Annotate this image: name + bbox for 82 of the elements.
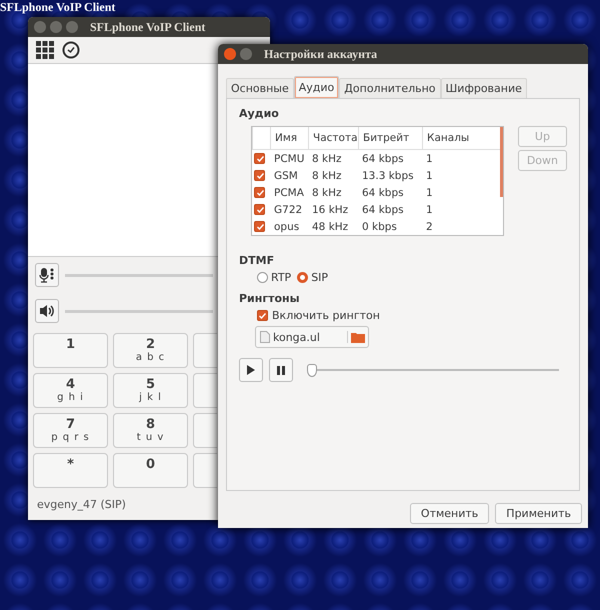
clock-icon[interactable] <box>62 41 80 59</box>
pause-button[interactable] <box>269 358 293 382</box>
checkbox[interactable] <box>254 187 265 198</box>
microphone-icon <box>39 267 55 283</box>
dialpad-key[interactable]: 8 t u v <box>113 413 188 448</box>
close-button[interactable] <box>34 21 46 33</box>
dialpad-key[interactable] <box>193 453 217 488</box>
dialog-title: Настройки аккаунта <box>264 46 378 62</box>
window-title: SFLphone VoIP Client <box>90 20 206 34</box>
checkbox[interactable] <box>254 221 265 232</box>
section-heading: Аудио <box>239 107 280 120</box>
radio-label[interactable]: RTP <box>271 271 292 284</box>
microphone-volume-track[interactable] <box>65 274 213 276</box>
file-chooser-button[interactable]: konga.ul <box>255 326 369 348</box>
dialpad-icon[interactable] <box>36 41 54 59</box>
tab[interactable]: Дополнительно <box>339 78 441 98</box>
table-cell-text: 2 <box>425 220 434 232</box>
play-button[interactable] <box>239 358 263 382</box>
table-cell-text: 0 kbps <box>361 220 398 232</box>
table-cell-text: 16 kHz <box>311 204 350 216</box>
dialpad-key[interactable] <box>193 333 217 368</box>
table-cell-text: PCMA <box>273 186 305 198</box>
checkbox[interactable] <box>257 310 268 321</box>
table-cell-text: 8 kHz <box>311 152 343 164</box>
table-cell-text: 1 <box>425 204 434 216</box>
table-cell-text: GSM <box>273 170 299 182</box>
dialpad-key[interactable]: 2 a b c <box>113 333 188 368</box>
close-button[interactable] <box>224 48 236 60</box>
checkbox[interactable] <box>254 170 265 181</box>
table-cell-text: 8 kHz <box>311 170 343 182</box>
dialpad-key[interactable]: 0 <box>113 453 188 488</box>
scrollbar[interactable] <box>500 127 503 197</box>
maximize-button[interactable] <box>66 21 78 33</box>
radio-button[interactable] <box>257 272 268 284</box>
file-name: konga.ul <box>272 330 321 344</box>
dialpad-key[interactable]: 5 j k l <box>113 373 188 408</box>
table-cell-text: 48 kHz <box>311 220 350 232</box>
maximize-button[interactable] <box>240 48 252 60</box>
checkbox-label[interactable]: Включить рингтон <box>272 309 380 322</box>
dialpad-key[interactable] <box>193 413 217 448</box>
speaker-volume-track[interactable] <box>65 310 213 312</box>
column-header[interactable]: Имя <box>270 127 308 149</box>
table-cell-text: PCMU <box>273 152 306 164</box>
table-cell-text: 13.3 kbps <box>361 170 415 182</box>
table-cell-text: 1 <box>425 170 434 182</box>
dialpad-key[interactable]: 7 p q r s <box>33 413 108 448</box>
table-cell-text: G722 <box>273 204 304 216</box>
column-header[interactable]: Битрейт <box>358 127 422 149</box>
folder-icon <box>347 331 365 343</box>
tab[interactable]: Шифрование <box>440 78 527 98</box>
table-cell-text: 1 <box>425 186 434 198</box>
checkbox[interactable] <box>254 153 265 164</box>
cancel-button[interactable]: Отменить <box>410 503 490 524</box>
file-icon <box>260 331 270 343</box>
tab[interactable]: Аудио <box>294 76 340 98</box>
checkbox[interactable] <box>254 204 265 215</box>
account-status: evgeny_47 (SIP) <box>36 497 127 513</box>
section-heading: Рингтоны <box>239 292 301 305</box>
table-cell-text: opus <box>273 220 300 232</box>
speaker-icon <box>39 303 55 319</box>
table-cell-text: 64 kbps <box>361 204 405 216</box>
microphone-button[interactable] <box>35 263 59 287</box>
apply-button[interactable]: Применить <box>495 503 582 524</box>
dialpad-key[interactable]: 4 g h i <box>33 373 108 408</box>
minimize-button[interactable] <box>50 21 62 33</box>
desktop-window-title: SFLphone VoIP Client <box>0 0 116 15</box>
table-cell-text: 8 kHz <box>311 186 343 198</box>
table-cell-text: 1 <box>425 152 434 164</box>
dialpad-key[interactable]: * <box>33 453 108 488</box>
pause-icon <box>277 366 285 374</box>
dialpad-key[interactable] <box>193 373 217 408</box>
table-cell-text: 64 kbps <box>361 186 405 198</box>
table-cell-text: 64 kbps <box>361 152 405 164</box>
section-heading: DTMF <box>239 254 276 267</box>
tab[interactable]: Основные <box>226 78 294 98</box>
radio-button[interactable] <box>297 272 308 284</box>
dialpad-key[interactable]: 1 <box>33 333 108 368</box>
play-icon <box>246 365 256 375</box>
slider-thumb[interactable] <box>307 364 317 376</box>
column-header[interactable]: Частота <box>308 127 358 149</box>
radio-label[interactable]: SIP <box>311 271 328 284</box>
speaker-button[interactable] <box>35 299 59 323</box>
